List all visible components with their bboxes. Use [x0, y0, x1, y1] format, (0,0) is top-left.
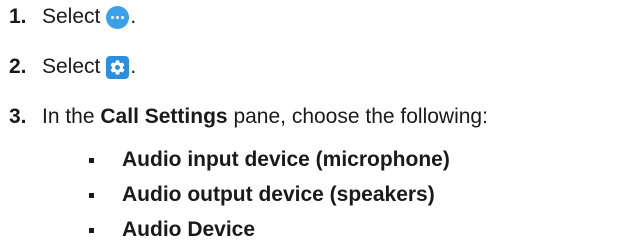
step-suffix: .	[130, 55, 137, 78]
option-list-item: Audio Device	[0, 217, 623, 243]
step-number: 3.	[9, 105, 27, 128]
option-label: Audio output device (speakers)	[122, 183, 435, 206]
more-options-icon	[106, 5, 130, 29]
option-label: Audio input device (microphone)	[122, 148, 450, 171]
step-suffix: pane, choose the following:	[233, 105, 488, 128]
pane-name: Call Settings	[100, 105, 228, 128]
step-1: 1. Select .	[0, 4, 623, 30]
step-2: 2. Select .	[0, 54, 623, 80]
bullet-icon	[89, 158, 94, 163]
option-list-item: Audio input device (microphone)	[0, 147, 623, 173]
bullet-icon	[89, 228, 94, 233]
step-label: Select	[42, 55, 101, 78]
settings-gear-icon	[106, 55, 130, 79]
option-label: Audio Device	[122, 218, 256, 241]
step-number: 1.	[9, 5, 27, 28]
step-text: In the Call Settings pane, choose the fo…	[42, 104, 488, 130]
option-list-item: Audio output device (speakers)	[0, 182, 623, 208]
step-3: 3. In the Call Settings pane, choose the…	[0, 104, 623, 130]
bullet-icon	[89, 193, 94, 198]
step-prefix: In the	[42, 105, 95, 128]
step-suffix: .	[130, 5, 137, 28]
step-text: Select .	[42, 54, 136, 80]
step-label: Select	[42, 5, 101, 28]
step-number: 2.	[9, 55, 27, 78]
step-text: Select .	[42, 4, 136, 30]
